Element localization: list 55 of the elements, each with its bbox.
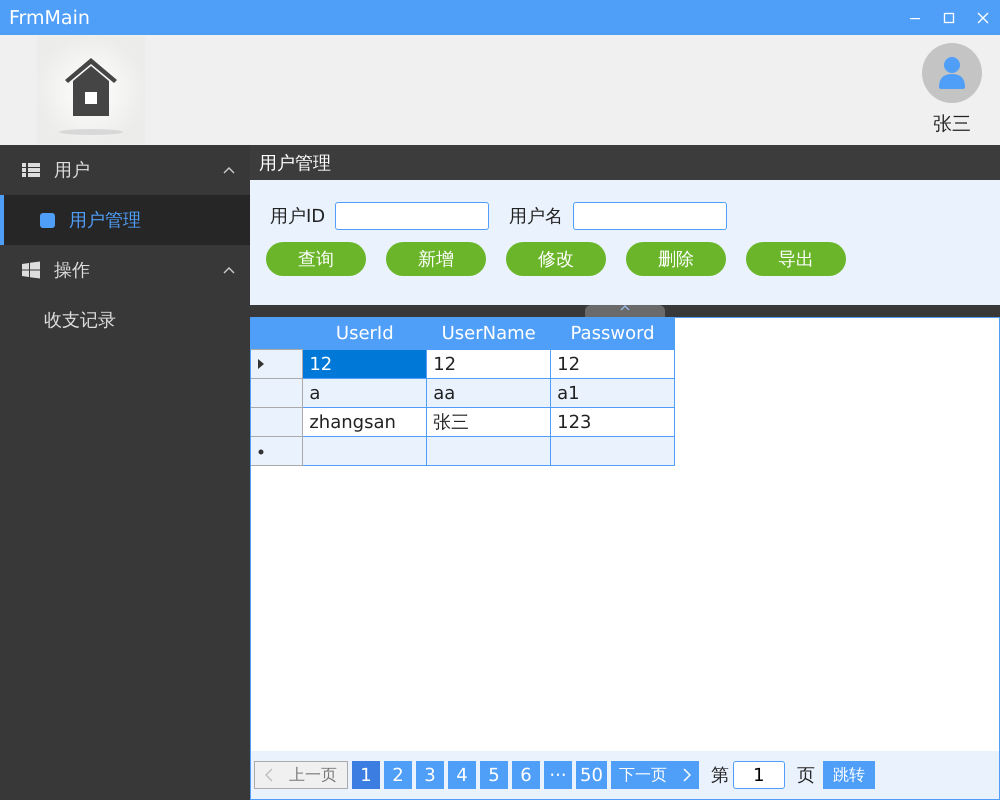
sidebar-item[interactable]: 用户管理 [0, 195, 250, 245]
action-button[interactable]: 导出 [746, 242, 846, 276]
action-button[interactable]: 查询 [266, 242, 366, 276]
list-icon [22, 161, 40, 179]
close-icon[interactable] [976, 10, 990, 24]
windows-icon [22, 261, 40, 279]
page-button[interactable]: 1 [352, 761, 380, 789]
page-button[interactable]: 2 [384, 761, 412, 789]
action-button[interactable]: 新增 [386, 242, 486, 276]
column-header[interactable]: UserName [426, 318, 551, 350]
table-cell[interactable]: aa [426, 378, 551, 408]
input-field[interactable] [335, 202, 490, 230]
page-button[interactable]: 50 [576, 761, 607, 789]
table-cell[interactable]: 张三 [426, 408, 551, 436]
square-icon [40, 212, 55, 228]
column-header[interactable]: Password [550, 318, 674, 350]
page-button[interactable]: ··· [544, 761, 572, 789]
page-title: 用户管理 [259, 152, 331, 174]
maximize-icon[interactable] [942, 10, 956, 24]
chevron-right-icon [682, 768, 691, 782]
caret-icon [620, 305, 630, 311]
sidebar-item[interactable]: 收支记录 [0, 295, 250, 345]
user-name: 张三 [933, 112, 971, 137]
input-field[interactable] [573, 202, 728, 230]
sidebar-group[interactable]: 用户 [0, 145, 250, 195]
table-cell[interactable]: a1 [550, 378, 674, 408]
page-button[interactable]: 3 [416, 761, 444, 789]
action-button[interactable]: 修改 [506, 242, 606, 276]
field-label: 用户ID [270, 205, 326, 228]
page-button[interactable]: 5 [480, 761, 508, 789]
page-button[interactable]: 4 [448, 761, 476, 789]
chevron-left-icon [265, 768, 273, 782]
table-cell[interactable]: 123 [550, 408, 674, 436]
sidebar-group[interactable]: 操作 [0, 245, 250, 295]
table-cell[interactable]: 12 [550, 350, 674, 378]
field-label: 用户名 [509, 205, 564, 228]
avatar-icon[interactable] [922, 43, 982, 103]
table-cell[interactable]: a [302, 378, 427, 408]
action-button[interactable]: 删除 [626, 242, 726, 276]
row-header[interactable] [251, 378, 303, 408]
home-logo[interactable] [37, 36, 145, 144]
next-page-button[interactable]: 下一页 [610, 761, 699, 789]
page-button[interactable]: 6 [512, 761, 540, 789]
go-button[interactable]: 跳转 [822, 761, 875, 789]
table-cell[interactable]: 12 [426, 350, 551, 378]
current-row-icon [257, 359, 265, 369]
goto-label: 第 [710, 764, 729, 787]
goto-label: 页 [796, 764, 815, 787]
window-title: FrmMain [9, 6, 91, 28]
column-header[interactable]: UserId [302, 318, 427, 350]
page-input[interactable]: 1 [732, 761, 785, 789]
row-header[interactable] [251, 350, 303, 378]
row-header[interactable] [251, 408, 303, 436]
table-cell[interactable]: 12 [302, 350, 427, 378]
table-cell[interactable]: zhangsan [302, 408, 427, 436]
